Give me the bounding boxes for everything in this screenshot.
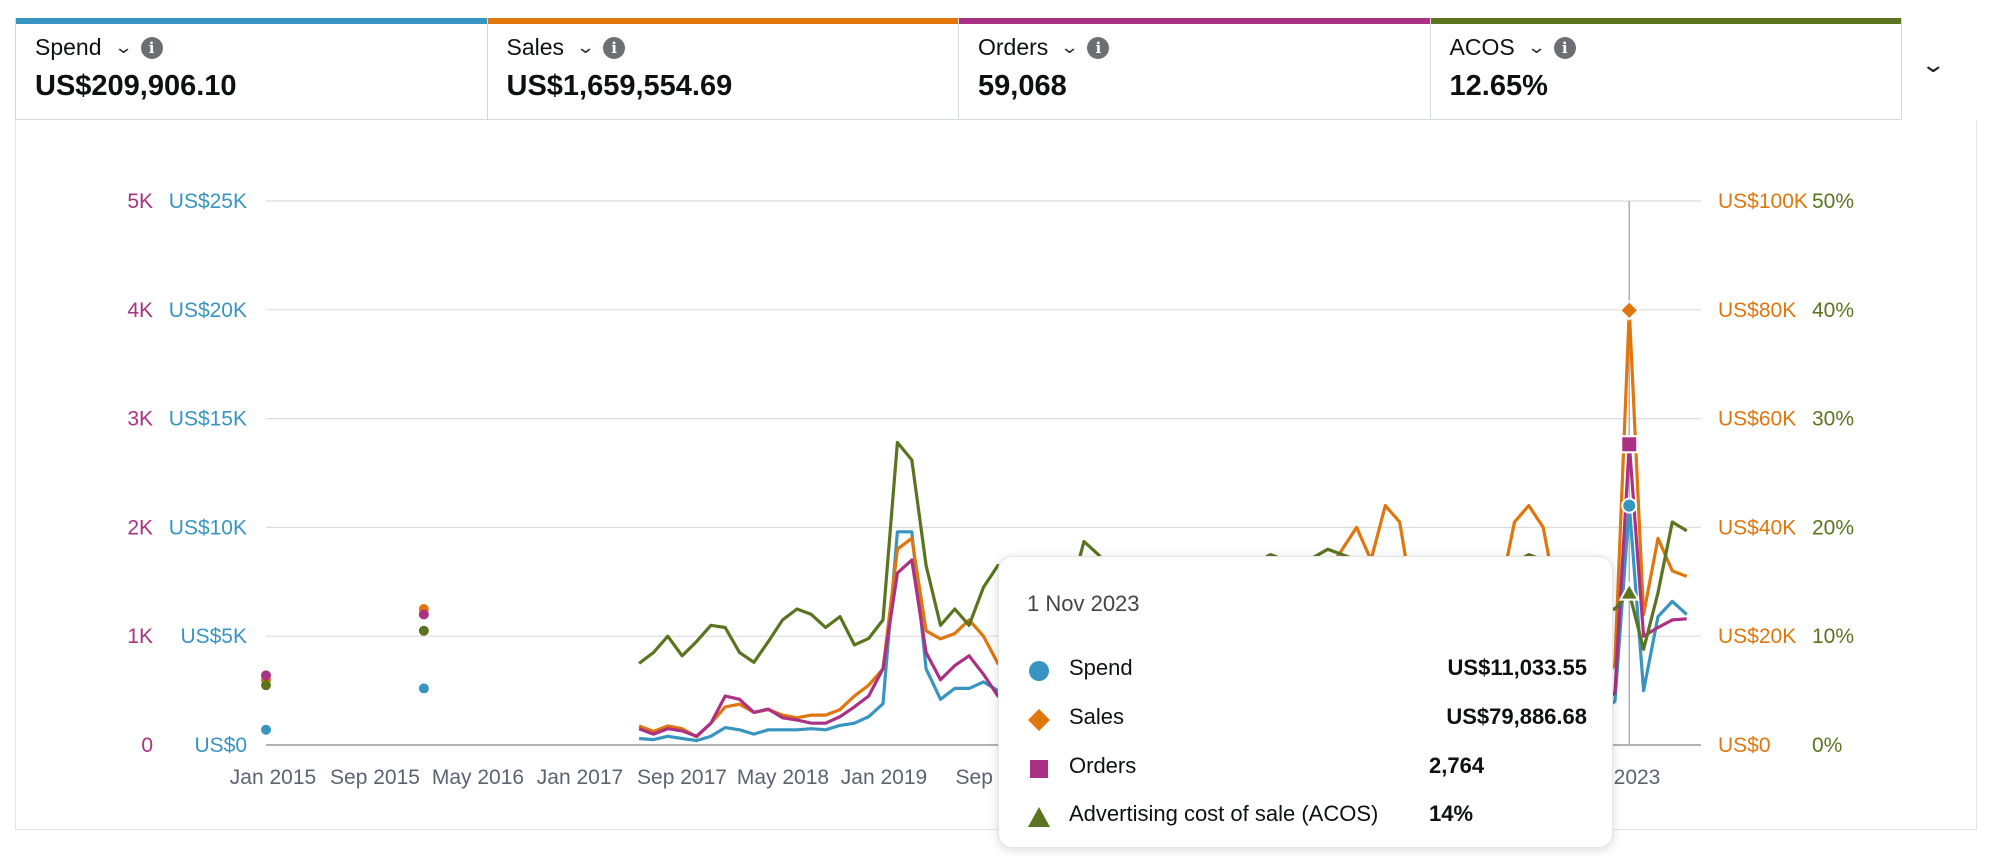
chart-tooltip: 1 Nov 2023 Spend US$11,033.55 Sales US$7… — [998, 556, 1613, 848]
data-point — [418, 625, 429, 636]
y-tick-label-sales: US$60K — [1718, 408, 1796, 431]
tooltip-series-name: Spend — [1069, 655, 1133, 680]
y-tick-label-sales: US$20K — [1718, 625, 1796, 648]
y-tick-label-orders: 4K — [127, 299, 153, 322]
x-tick-label: May 2018 — [737, 766, 829, 789]
tooltip-row-spend: Spend US$11,033.55 — [1027, 655, 1587, 685]
tooltip-series-name: Sales — [1069, 704, 1125, 729]
highlight-marker-sales — [1618, 299, 1640, 321]
x-tick-label: Sep 2015 — [330, 766, 420, 789]
data-point — [261, 670, 271, 681]
data-point — [418, 683, 429, 694]
x-tick-label: Jan 2015 — [230, 766, 316, 789]
y-tick-label-spend: US$5K — [180, 625, 247, 648]
tooltip-row-orders: Orders 2,764 — [1027, 753, 1587, 783]
data-point — [418, 609, 429, 620]
x-tick-label: May 2016 — [432, 766, 524, 789]
tooltip-row-sales: Sales US$79,886.68 — [1027, 704, 1587, 734]
y-tick-label-orders: 0 — [141, 734, 153, 757]
highlight-marker-spend — [1621, 497, 1638, 514]
y-tick-label-acos: 10% — [1812, 625, 1854, 648]
y-tick-label-orders: 1K — [127, 625, 153, 648]
y-tick-label-acos: 40% — [1812, 299, 1854, 322]
square-marker-icon — [1030, 760, 1048, 778]
y-tick-label-spend: US$25K — [169, 190, 247, 213]
y-tick-label-spend: US$20K — [169, 299, 247, 322]
y-tick-label-acos: 0% — [1812, 734, 1842, 757]
line-chart: 0 1K 2K 3K 4K 5K US$0 US$5K US$10K US$15K US$20K US… — [127, 190, 1854, 789]
y-tick-label-acos: 50% — [1812, 190, 1854, 213]
triangle-marker-icon — [1028, 807, 1050, 827]
tooltip-series-name: Orders — [1069, 753, 1137, 778]
tooltip-row-acos: Advertising cost of sale (ACOS) 14% — [1027, 801, 1587, 831]
y-tick-label-sales: US$80K — [1718, 299, 1796, 322]
y-tick-label-orders: 5K — [127, 190, 153, 213]
tooltip-series-name: Advertising cost of sale (ACOS) — [1069, 801, 1379, 826]
data-point — [261, 680, 271, 691]
tooltip-date: 1 Nov 2023 — [1027, 591, 1140, 616]
diamond-marker-icon — [1028, 709, 1050, 731]
y-tick-label-sales: US$0 — [1718, 734, 1771, 757]
x-tick-label: Jan 2017 — [537, 766, 623, 789]
highlight-marker-orders — [1620, 435, 1639, 454]
y-tick-label-orders: 3K — [127, 408, 153, 431]
y-tick-label-spend: US$15K — [169, 408, 247, 431]
y-tick-label-acos: 30% — [1812, 408, 1854, 431]
tooltip-series-value: US$11,033.55 — [1447, 655, 1587, 680]
y-tick-label-spend: US$10K — [169, 516, 247, 539]
y-tick-label-sales: US$40K — [1718, 516, 1796, 539]
x-tick-label: Sep 2017 — [637, 766, 727, 789]
tooltip-series-value: US$79,886.68 — [1446, 704, 1587, 729]
y-tick-label-acos: 20% — [1812, 516, 1854, 539]
x-tick-label: 2023 — [1614, 766, 1661, 789]
y-tick-label-spend: US$0 — [194, 734, 247, 757]
x-tick-label: Jan 2019 — [841, 766, 927, 789]
circle-marker-icon — [1029, 661, 1049, 681]
y-tick-label-sales: US$100K — [1718, 190, 1808, 213]
data-point — [261, 724, 271, 735]
tooltip-series-value: 2,764 — [1429, 753, 1485, 778]
y-tick-label-orders: 2K — [127, 516, 153, 539]
tooltip-series-value: 14% — [1429, 801, 1474, 826]
